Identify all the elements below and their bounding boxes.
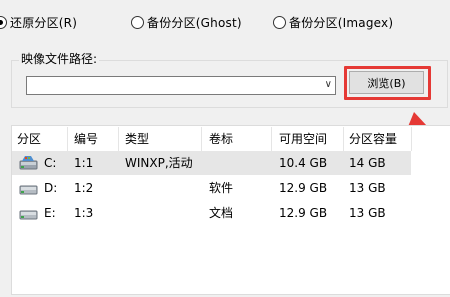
cell-number: 1:3 <box>74 206 94 220</box>
cell-capacity: 13 GB <box>349 181 386 195</box>
cell-free: 12.9 GB <box>279 181 328 195</box>
cell-label: 文档 <box>209 206 234 220</box>
cell-drive: D: <box>44 181 58 195</box>
cell-drive: E: <box>44 206 56 220</box>
backup-imagex-label: 备份分区(Imagex) <box>289 15 394 30</box>
cell-free: 10.4 GB <box>279 156 328 170</box>
image-path-combobox[interactable]: ∨ <box>26 76 336 95</box>
backup-imagex-radio[interactable]: 备份分区(Imagex) <box>273 13 393 31</box>
restore-partition-label: 还原分区(R) <box>10 15 78 30</box>
backup-ghost-radio[interactable]: 备份分区(Ghost) <box>131 13 242 31</box>
cell-capacity: 13 GB <box>349 206 386 220</box>
chevron-down-icon[interactable]: ∨ <box>325 79 332 90</box>
backup-ghost-label: 备份分区(Ghost) <box>147 15 242 30</box>
highlight-box <box>344 66 431 100</box>
radio-unchecked-icon <box>131 15 144 29</box>
cell-number: 1:1 <box>74 156 94 170</box>
table-row[interactable]: D: 1:2 软件 12.9 GB 13 GB <box>12 176 411 200</box>
column-header-capacity[interactable]: 分区容量 <box>349 126 397 152</box>
radio-checked-icon <box>0 15 7 29</box>
cell-free: 12.9 GB <box>279 206 328 220</box>
radio-unchecked-icon <box>273 15 286 29</box>
column-header-label[interactable]: 卷标 <box>209 126 233 152</box>
table-row[interactable]: C: 1:1 WINXP,活动 10.4 GB 14 GB <box>12 151 411 175</box>
image-path-label: 映像文件路径: <box>19 50 100 67</box>
table-row[interactable]: E: 1:3 文档 12.9 GB 13 GB <box>12 201 411 225</box>
cell-drive: C: <box>44 156 57 170</box>
mode-radio-group: 还原分区(R) 备份分区(Ghost) 备份分区(Imagex) <box>0 13 450 33</box>
cell-capacity: 14 GB <box>349 156 386 170</box>
cell-label: 软件 <box>209 181 234 195</box>
column-header-free-space[interactable]: 可用空间 <box>279 126 327 152</box>
partition-table[interactable]: 分区 编号 类型 卷标 可用空间 分区容量 C: 1:1 WINXP,活动 10… <box>11 125 450 295</box>
cell-number: 1:2 <box>74 181 94 195</box>
column-header-type[interactable]: 类型 <box>125 126 149 152</box>
column-header-partition[interactable]: 分区 <box>17 126 41 152</box>
drive-icon <box>19 185 38 195</box>
cell-type: WINXP,活动 <box>125 156 193 170</box>
drive-icon <box>19 210 38 220</box>
restore-partition-radio[interactable]: 还原分区(R) <box>0 13 77 31</box>
column-header-number[interactable]: 编号 <box>74 126 98 152</box>
system-drive-icon <box>19 156 38 170</box>
